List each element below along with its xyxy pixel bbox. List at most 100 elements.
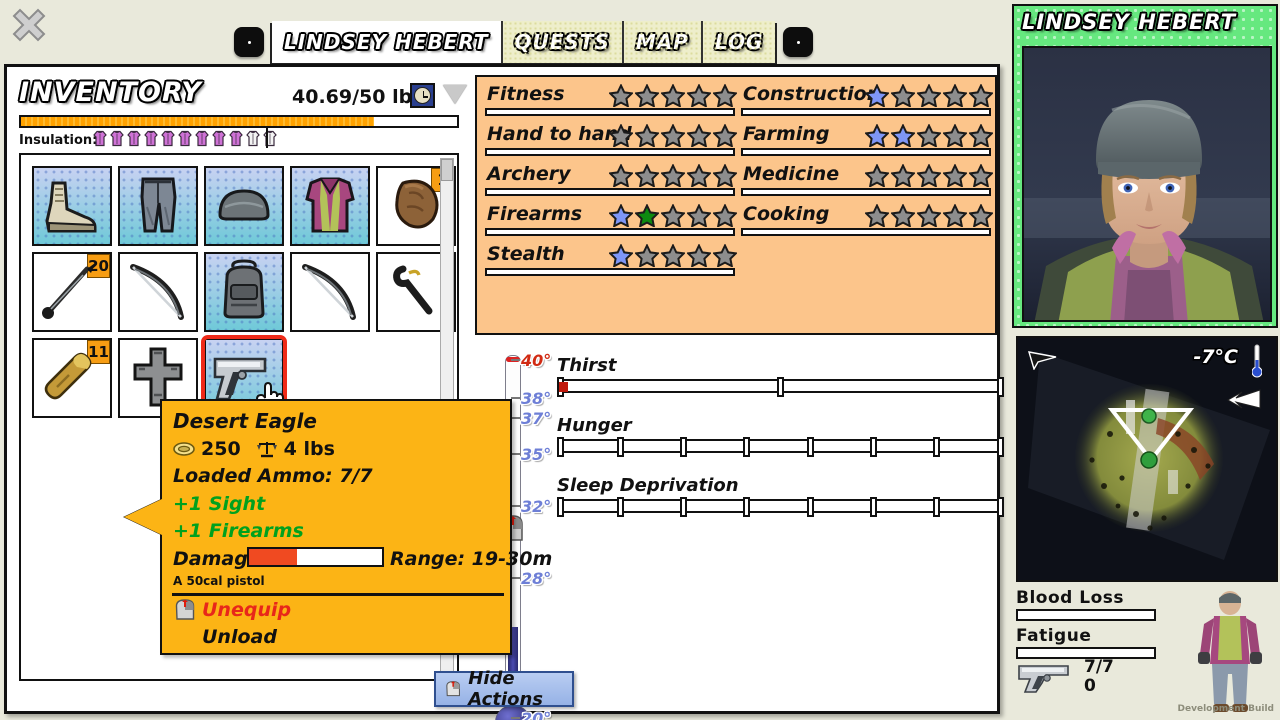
tooltip-action-unload[interactable]: Unload (202, 626, 277, 648)
skill-stars (865, 164, 993, 187)
tab-map[interactable]: MAP (623, 21, 703, 63)
thermometer-tick-label: 28° (521, 569, 552, 588)
skill-star-grey (969, 164, 993, 187)
skill-row-hand-to-hand[interactable]: Hand to hand (483, 123, 739, 163)
skill-star-blue (609, 204, 633, 227)
status-bar (1016, 609, 1156, 621)
inventory-slot-bullet[interactable]: 11 (32, 338, 112, 418)
clock-icon[interactable] (410, 83, 435, 108)
thermometer-tick-mark (511, 453, 520, 455)
tab-map-label: MAP (635, 30, 689, 54)
vital-notch (870, 497, 878, 517)
nav-square-icon-left[interactable] (234, 27, 264, 57)
tooltip-action-unequip[interactable]: Unequip (202, 599, 291, 621)
mini-thermometer-icon (1252, 344, 1262, 378)
minimap[interactable]: -7°C (1016, 336, 1278, 582)
tooltip-title: Desert Eagle (173, 409, 317, 433)
beanie-icon (218, 189, 270, 221)
skill-stars (865, 204, 993, 227)
skill-star-grey (865, 164, 889, 187)
skill-star-grey (635, 244, 659, 267)
skill-row-firearms[interactable]: Firearms (483, 203, 739, 243)
thermometer-tick-label: 37° (521, 409, 552, 428)
tab-character-label: LINDSEY HEBERT (284, 30, 489, 54)
tab-bar: LINDSEY HEBERT QUESTS MAP LOG (228, 17, 819, 65)
skill-row-fitness[interactable]: Fitness (483, 83, 739, 123)
skill-star-grey (687, 124, 711, 147)
character-panel: LINDSEY HEBERT (1012, 4, 1278, 328)
weight-bar (19, 115, 459, 128)
tooltip-range: Range: 19-30m (390, 548, 553, 570)
arrow-icon (42, 263, 95, 319)
skill-row-medicine[interactable]: Medicine (739, 163, 995, 203)
insulation-icons (92, 130, 278, 147)
ammo-loaded: 7/7 (1084, 657, 1114, 677)
vital-label: Hunger (557, 415, 632, 436)
bow-icon (302, 264, 356, 320)
inventory-slot-hat[interactable] (204, 166, 284, 246)
tooltip-pointer (124, 499, 162, 535)
skill-star-grey (713, 124, 737, 147)
vital-notch (806, 497, 814, 517)
vital-notch (680, 497, 688, 517)
tab-log[interactable]: LOG (702, 21, 776, 63)
insulation-shirt-filled (195, 130, 209, 147)
scale-icon (256, 441, 277, 457)
vital-notch (680, 437, 688, 457)
skill-row-archery[interactable]: Archery (483, 163, 739, 203)
inventory-slot-bow2[interactable] (290, 252, 370, 332)
skill-star-grey (609, 124, 633, 147)
crowbar-icon (393, 265, 433, 315)
status-area: Blood Loss Fatigue 7/7 0 Development Bui… (1016, 588, 1278, 716)
vital-notch (997, 377, 1005, 397)
skill-progress-bar (741, 188, 991, 196)
vital-bar (557, 437, 1005, 457)
close-icon[interactable] (8, 6, 50, 48)
thermometer-tick-label: 40° (521, 351, 552, 370)
inventory-slot-arrow[interactable]: 20 (32, 252, 112, 332)
vital-notch (933, 437, 941, 457)
insulation-shirt-filled (161, 130, 175, 147)
thermometer-tick-mark (511, 505, 520, 507)
skill-row-construction[interactable]: Construction (739, 83, 995, 123)
skill-stars (865, 84, 993, 107)
skill-label: Firearms (487, 203, 583, 225)
tab-quests[interactable]: QUESTS (502, 21, 624, 63)
vital-notch (616, 497, 624, 517)
inventory-slot-backpack[interactable] (204, 252, 284, 332)
nav-square-icon-right[interactable] (783, 27, 814, 57)
skills-panel: Fitness Hand to hand Archery Firearms Stealt… (475, 75, 997, 335)
skill-star-grey (687, 84, 711, 107)
skill-star-grey (891, 84, 915, 107)
inventory-slot-boot[interactable] (32, 166, 112, 246)
inventory-slot-bow[interactable] (118, 252, 198, 332)
skill-progress-bar (485, 228, 735, 236)
inventory-slot-crowbar[interactable] (376, 252, 456, 332)
skill-star-grey (891, 164, 915, 187)
triangle-down-icon[interactable] (443, 85, 467, 104)
thermometer-tick-mark (511, 417, 520, 419)
tooltip-action-partial[interactable] (202, 653, 214, 658)
vital-fill (559, 382, 568, 392)
skill-star-grey (687, 204, 711, 227)
skill-progress-bar (741, 108, 991, 116)
inventory-slot-meat[interactable]: 1 (376, 166, 456, 246)
inventory-slot-jacket[interactable] (290, 166, 370, 246)
skill-row-farming[interactable]: Farming (739, 123, 995, 163)
hide-actions-button[interactable]: Hide Actions (434, 668, 574, 710)
insulation-shirt-empty (263, 130, 277, 147)
ammo-reserve: 0 (1084, 676, 1096, 696)
vital-notch (933, 497, 941, 517)
skill-progress-bar (741, 148, 991, 156)
vital-notch (557, 437, 564, 457)
skill-star-grey (713, 244, 737, 267)
tab-log-label: LOG (714, 30, 764, 54)
tooltip-weight: 4 lbs (283, 438, 335, 460)
body-figure-icon[interactable] (1184, 588, 1276, 716)
skill-star-grey (891, 204, 915, 227)
skill-star-grey (969, 124, 993, 147)
skill-row-cooking[interactable]: Cooking (739, 203, 995, 243)
inventory-slot-pants[interactable] (118, 166, 198, 246)
skill-row-stealth[interactable]: Stealth (483, 243, 739, 283)
tab-character[interactable]: LINDSEY HEBERT (272, 21, 503, 63)
